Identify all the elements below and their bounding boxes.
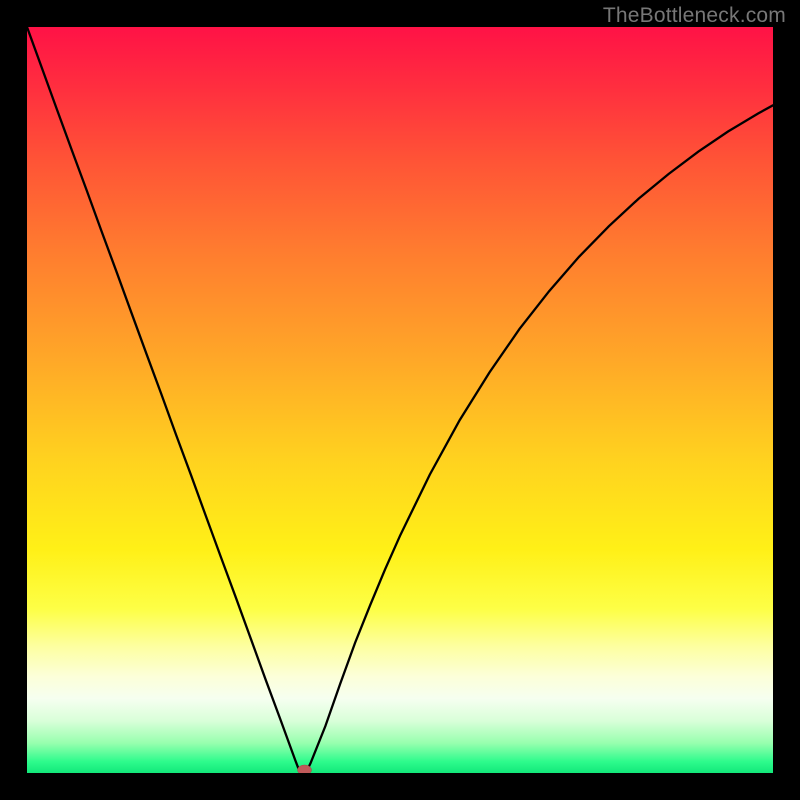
plot-area [27,27,773,773]
bottleneck-curve [27,27,773,773]
chart-frame: TheBottleneck.com [0,0,800,800]
min-marker [298,765,312,773]
watermark-text: TheBottleneck.com [603,4,786,28]
curve-layer [27,27,773,773]
